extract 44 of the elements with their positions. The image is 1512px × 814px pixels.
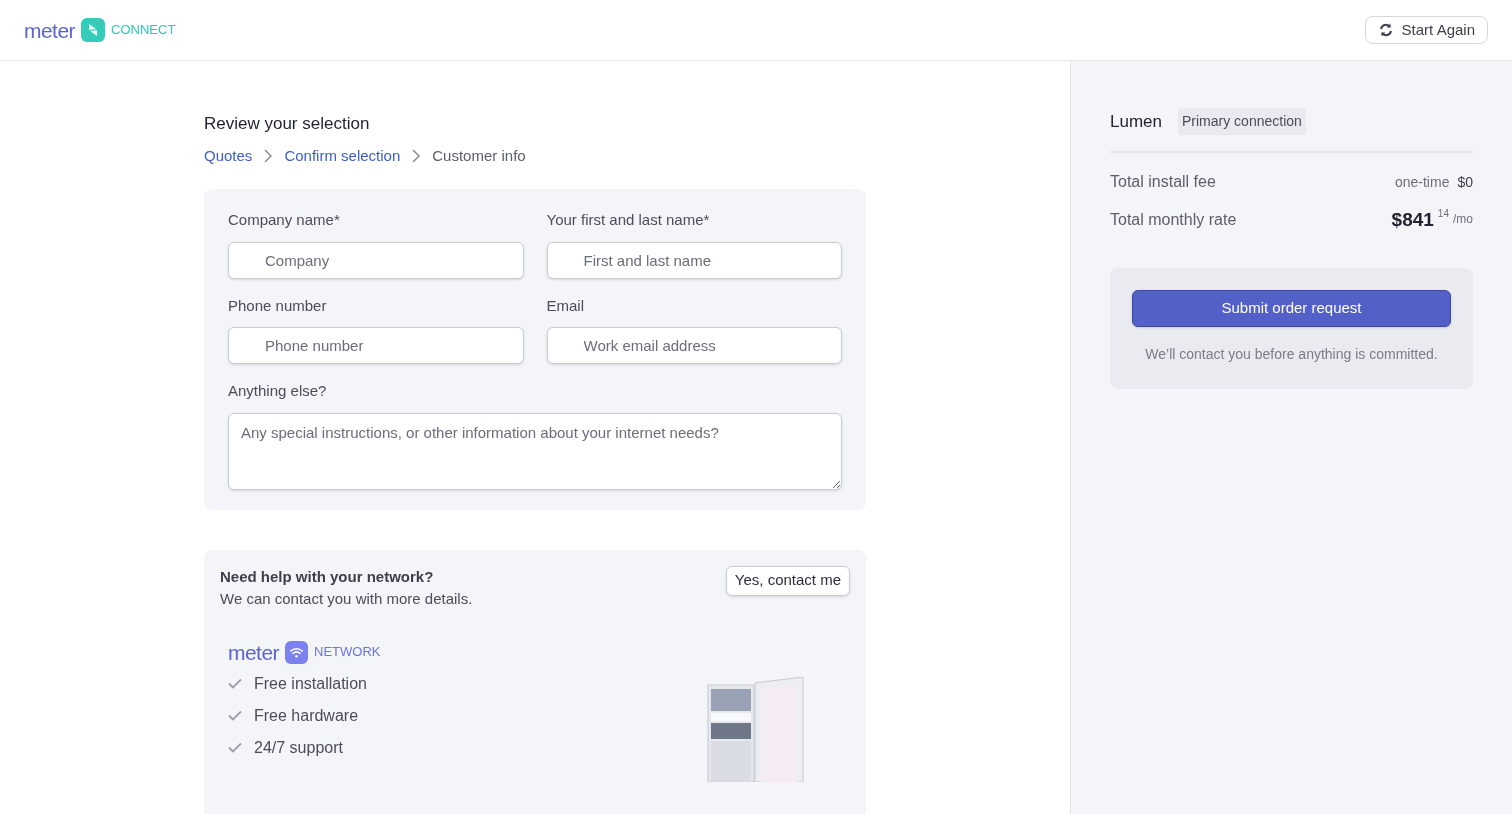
connection-tag: Primary connection [1178,108,1306,135]
help-title: Need help with your network? [220,566,435,587]
logo-wordmark: meter [228,641,280,663]
wifi-icon [285,640,309,664]
breadcrumb-link[interactable]: Quotes [204,144,253,167]
contact-me-button[interactable]: Yes, contact me [725,565,850,596]
field-label: Email [546,295,585,316]
commitment-note: We’ll contact you before anything is committed. [1145,344,1438,364]
submit-order-button[interactable]: Submit order request [1132,289,1451,327]
page-heading: Review your selection [204,113,371,135]
help-subtitle: We can contact you with more details. [220,589,473,609]
text-area[interactable]: Any special instructions, or other information about your internet needs? [228,412,842,490]
fee-note: one-time [1394,172,1450,192]
logo-product-name: CONNECT [111,21,176,40]
fee-value: $0 [1457,172,1473,192]
field-label: Your first and last name* [546,210,711,230]
field-label: Anything else? [228,381,328,401]
refresh-icon [1377,22,1394,38]
logo-wordmark: meter [24,19,76,41]
breadcrumb-link[interactable]: Confirm selection [284,144,401,167]
install-fee-label: Total install fee [1110,172,1216,192]
input-field[interactable]: Work email address [546,327,842,364]
rate-cents: 14 [1437,207,1449,221]
logo-product-name: NETWORK [314,643,381,662]
feature-text: Free installation [254,673,367,694]
check-icon [228,710,242,721]
input-field[interactable]: First and last name [546,241,842,279]
field-label: Company name* [228,210,341,230]
rate-dollars: $841 [1391,208,1434,232]
feature-text: 24/7 support [254,737,343,758]
chevron-right-icon [412,148,421,163]
input-field[interactable]: Phone number [228,327,524,364]
chevron-right-icon [264,148,273,163]
start-again-button[interactable]: Start Again [1364,16,1488,44]
field-label: Phone number [228,295,328,316]
check-icon [228,742,242,753]
check-icon [228,678,242,689]
input-field[interactable]: Company [228,241,524,279]
feature-text: Free hardware [254,705,359,726]
monthly-rate-label: Total monthly rate [1110,210,1237,231]
rate-unit: /mo [1453,211,1473,228]
provider-name: Lumen [1110,110,1162,133]
breadcrumb-link[interactable]: Customer info [432,144,526,167]
connect-logo-icon [81,18,106,42]
